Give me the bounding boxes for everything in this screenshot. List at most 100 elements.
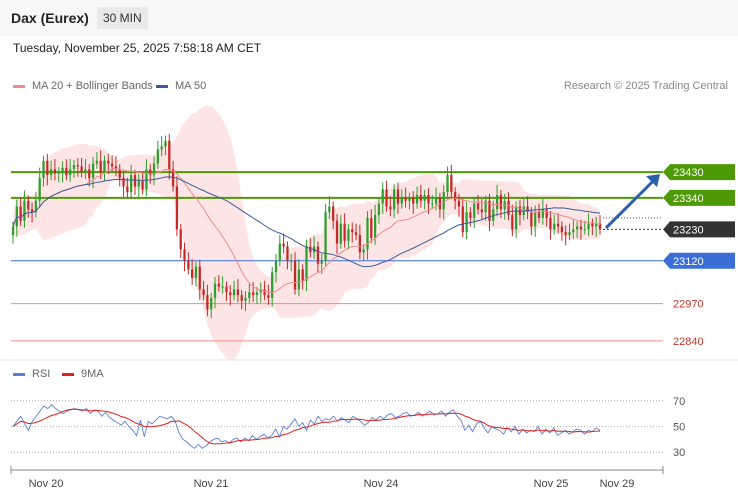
candle-body <box>202 289 205 296</box>
candle-body <box>385 189 388 207</box>
candle-body <box>191 269 194 278</box>
candle-body <box>564 232 567 236</box>
candle-body <box>507 200 510 216</box>
candle-body <box>591 223 594 227</box>
level-label-23340: 23340 <box>673 193 704 205</box>
candle-body <box>278 243 281 261</box>
candle-body <box>339 223 342 244</box>
level-label-23230: 23230 <box>673 224 704 236</box>
candle-body <box>442 192 445 210</box>
candle-body <box>434 197 438 204</box>
candle-body <box>351 229 354 233</box>
candle-body <box>225 286 228 293</box>
candle-body <box>213 283 217 298</box>
candle-body <box>393 189 396 210</box>
candle-body <box>38 177 41 201</box>
candle-body <box>126 186 129 193</box>
candle-body <box>373 215 377 238</box>
candle-body <box>221 286 224 288</box>
rsi-tick-30: 30 <box>673 447 685 459</box>
time-tick-label: Nov 21 <box>194 478 229 490</box>
candle-body <box>175 186 179 230</box>
candle-body <box>572 229 575 233</box>
candle-body <box>30 209 34 213</box>
candle-body <box>450 175 453 193</box>
candle-body <box>354 232 358 236</box>
candle-body <box>290 260 293 262</box>
candle-body <box>23 200 26 221</box>
candle-body <box>46 160 49 176</box>
candle-body <box>328 206 331 213</box>
candle-body <box>377 203 381 216</box>
candle-body <box>301 269 304 281</box>
candle-body <box>457 200 461 207</box>
candle-body <box>252 292 255 296</box>
candle-body <box>381 189 384 204</box>
candle-body <box>511 215 514 230</box>
candle-body <box>95 160 98 164</box>
candle-body <box>347 229 350 241</box>
candle-body <box>530 212 533 227</box>
price-chart: 23430 23340 23230 23120 22970 22840 70 50 30 No… <box>0 105 738 490</box>
candle-body <box>183 249 186 261</box>
candle-body <box>454 192 457 201</box>
candle-body <box>282 243 285 247</box>
candle-body <box>65 167 68 176</box>
candle-body <box>396 189 400 204</box>
candle-body <box>553 223 556 230</box>
candle-body <box>499 195 503 210</box>
candle-body <box>556 223 560 227</box>
projection-arrow <box>604 179 656 229</box>
candle-body <box>404 197 407 201</box>
candle-body <box>320 260 323 264</box>
candle-body <box>305 246 308 281</box>
candle-body <box>145 169 148 190</box>
candle-body <box>267 295 270 298</box>
candle-body <box>583 229 586 231</box>
candle-body <box>137 180 140 187</box>
candle-body <box>389 206 392 210</box>
time-tick-label: Nov 25 <box>534 478 569 490</box>
candle-body <box>587 223 590 230</box>
candle-body <box>80 166 83 173</box>
candle-body <box>309 246 312 253</box>
candle-body <box>575 226 579 230</box>
candle-body <box>103 160 106 173</box>
candle-body <box>164 140 167 147</box>
candle-body <box>495 195 499 210</box>
candle-body <box>240 295 243 301</box>
rsi-tick-50: 50 <box>673 422 685 434</box>
candle-body <box>255 292 259 296</box>
candle-body <box>84 169 87 173</box>
candle-body <box>42 160 45 178</box>
candle-body <box>206 295 209 310</box>
candle-body <box>480 209 483 213</box>
candle-body <box>286 246 289 261</box>
candle-body <box>11 226 15 236</box>
candle-body <box>263 289 266 296</box>
candle-body <box>568 232 571 236</box>
candle-body <box>271 272 274 298</box>
candle-body <box>370 217 373 238</box>
candle-body <box>274 260 278 273</box>
candle-body <box>545 209 548 218</box>
candle-body <box>473 203 476 218</box>
candle-body <box>61 167 64 173</box>
candle-body <box>541 209 544 218</box>
candle-body <box>297 269 301 290</box>
candle-body <box>179 229 182 250</box>
candle-body <box>217 283 220 287</box>
candle-body <box>248 292 251 298</box>
candle-body <box>332 206 335 221</box>
candle-body <box>335 220 339 244</box>
candle-body <box>27 200 30 210</box>
candle-body <box>244 297 247 301</box>
candle-body <box>210 297 213 310</box>
candle-body <box>446 175 449 193</box>
candle-body <box>19 206 22 221</box>
candle-body <box>194 266 198 278</box>
candle-body <box>99 160 102 173</box>
level-label-22970: 22970 <box>673 299 704 311</box>
candle-body <box>412 197 415 204</box>
candle-body <box>133 175 137 187</box>
